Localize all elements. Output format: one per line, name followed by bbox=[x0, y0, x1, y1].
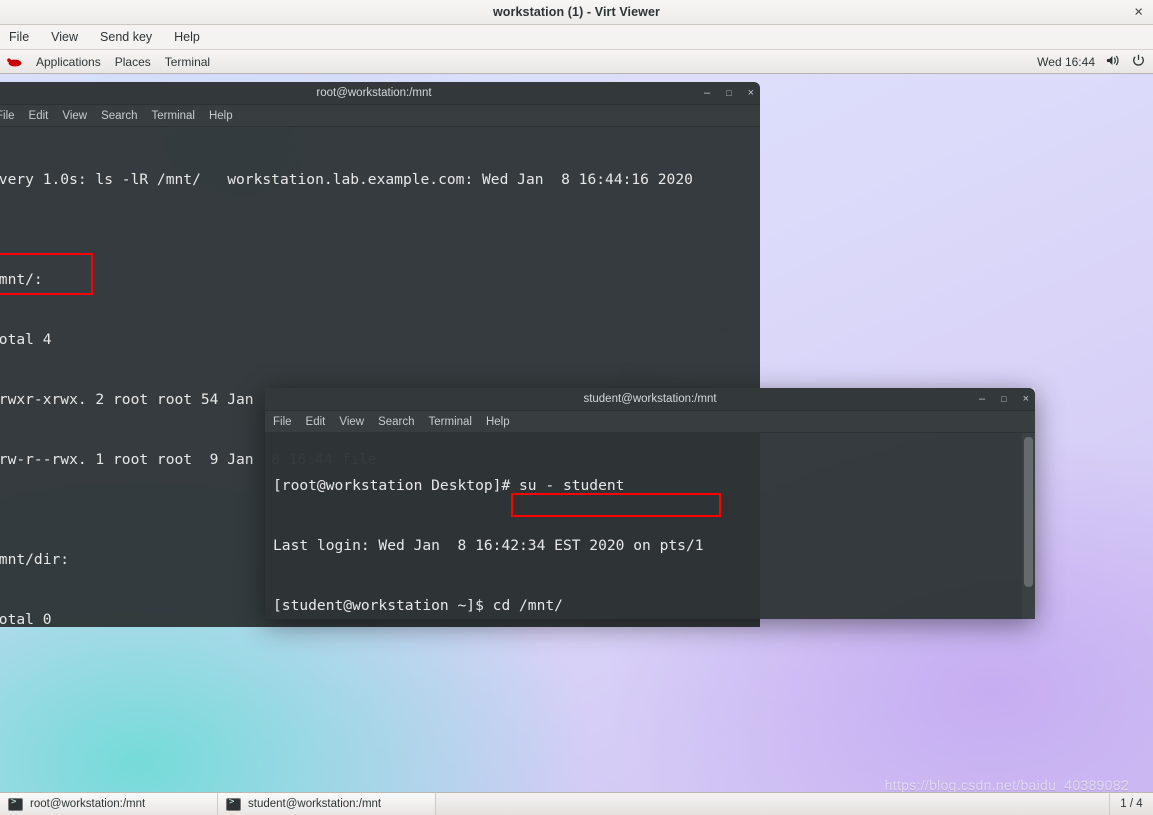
window-title: workstation (1) - Virt Viewer bbox=[492, 5, 661, 19]
command-highlight-box bbox=[511, 493, 721, 517]
terminal-menubar-student: File Edit View Search Terminal Help bbox=[265, 411, 1035, 433]
terminal-title-student: student@workstation:/mnt bbox=[583, 393, 717, 405]
screen: workstation (1) - Virt Viewer × File Vie… bbox=[0, 0, 1153, 815]
taskbar-item-student-terminal[interactable]: student@workstation:/mnt bbox=[218, 793, 436, 815]
terminal-icon bbox=[226, 797, 241, 811]
minimize-icon[interactable]: – bbox=[979, 394, 985, 405]
terminal-window-student[interactable]: student@workstation:/mnt – □ × File Edit… bbox=[265, 388, 1035, 619]
terminal-titlebar-student[interactable]: student@workstation:/mnt – □ × bbox=[265, 388, 1035, 411]
taskbar: root@workstation:/mnt student@workstatio… bbox=[0, 792, 1153, 815]
close-icon[interactable]: × bbox=[1023, 394, 1029, 405]
terminal-menu-view[interactable]: View bbox=[62, 110, 87, 122]
minimize-icon[interactable]: – bbox=[704, 88, 710, 99]
terminal-titlebar-root[interactable]: root@workstation:/mnt – □ × bbox=[0, 82, 760, 105]
terminal-title-root: root@workstation:/mnt bbox=[316, 87, 432, 99]
terminal-menu-terminal[interactable]: Terminal bbox=[429, 416, 472, 428]
menu-send-key[interactable]: Send key bbox=[97, 28, 155, 46]
terminal-menu-help[interactable]: Help bbox=[486, 416, 510, 428]
terminal-menu-file[interactable]: File bbox=[0, 110, 15, 122]
panel-terminal[interactable]: Terminal bbox=[165, 55, 210, 69]
virt-viewer-menubar: File View Send key Help bbox=[0, 25, 1153, 50]
panel-clock[interactable]: Wed 16:44 bbox=[1037, 55, 1095, 69]
terminal-line: [root@workstation Desktop]# su - student bbox=[273, 477, 625, 494]
terminal-output-student[interactable]: [root@workstation Desktop]# su - student… bbox=[265, 433, 1035, 619]
terminal-menubar-root: File Edit View Search Terminal Help bbox=[0, 105, 760, 127]
terminal-scrollbar[interactable] bbox=[1022, 433, 1035, 619]
terminal-menu-edit[interactable]: Edit bbox=[306, 416, 326, 428]
taskbar-item-label: root@workstation:/mnt bbox=[30, 798, 146, 810]
menu-file[interactable]: File bbox=[6, 28, 32, 46]
close-icon[interactable]: × bbox=[748, 88, 754, 99]
power-icon[interactable] bbox=[1132, 54, 1145, 70]
volume-icon[interactable] bbox=[1106, 54, 1121, 70]
terminal-menu-file[interactable]: File bbox=[273, 416, 292, 428]
menu-help[interactable]: Help bbox=[171, 28, 203, 46]
menu-view[interactable]: View bbox=[48, 28, 81, 46]
taskbar-item-root-terminal[interactable]: root@workstation:/mnt bbox=[0, 793, 218, 815]
terminal-menu-search[interactable]: Search bbox=[101, 110, 137, 122]
maximize-icon[interactable]: □ bbox=[1001, 395, 1006, 404]
maximize-icon[interactable]: □ bbox=[726, 89, 731, 98]
virt-viewer-titlebar: workstation (1) - Virt Viewer × bbox=[0, 0, 1153, 25]
panel-applications[interactable]: Applications bbox=[36, 55, 101, 69]
redhat-logo-icon bbox=[6, 56, 22, 67]
terminal-line: /mnt/: bbox=[0, 271, 43, 288]
taskbar-item-label: student@workstation:/mnt bbox=[248, 798, 382, 810]
terminal-menu-view[interactable]: View bbox=[339, 416, 364, 428]
terminal-menu-search[interactable]: Search bbox=[378, 416, 414, 428]
gnome-top-panel: Applications Places Terminal Wed 16:44 bbox=[0, 50, 1153, 74]
terminal-scroll-thumb[interactable] bbox=[1024, 437, 1033, 587]
terminal-menu-help[interactable]: Help bbox=[209, 110, 233, 122]
terminal-line: total 4 bbox=[0, 331, 52, 348]
panel-places[interactable]: Places bbox=[115, 55, 151, 69]
terminal-menu-edit[interactable]: Edit bbox=[29, 110, 49, 122]
terminal-line: [student@workstation ~]$ cd /mnt/ bbox=[273, 597, 563, 614]
terminal-menu-terminal[interactable]: Terminal bbox=[152, 110, 195, 122]
close-icon[interactable]: × bbox=[1134, 5, 1143, 20]
taskbar-spacer bbox=[436, 793, 1109, 815]
terminal-line: Last login: Wed Jan 8 16:42:34 EST 2020 … bbox=[273, 537, 704, 554]
terminal-line: Every 1.0s: ls -lR /mnt/ workstation.lab… bbox=[0, 171, 693, 188]
terminal-icon bbox=[8, 797, 23, 811]
workspace-pager[interactable]: 1 / 4 bbox=[1109, 793, 1153, 815]
